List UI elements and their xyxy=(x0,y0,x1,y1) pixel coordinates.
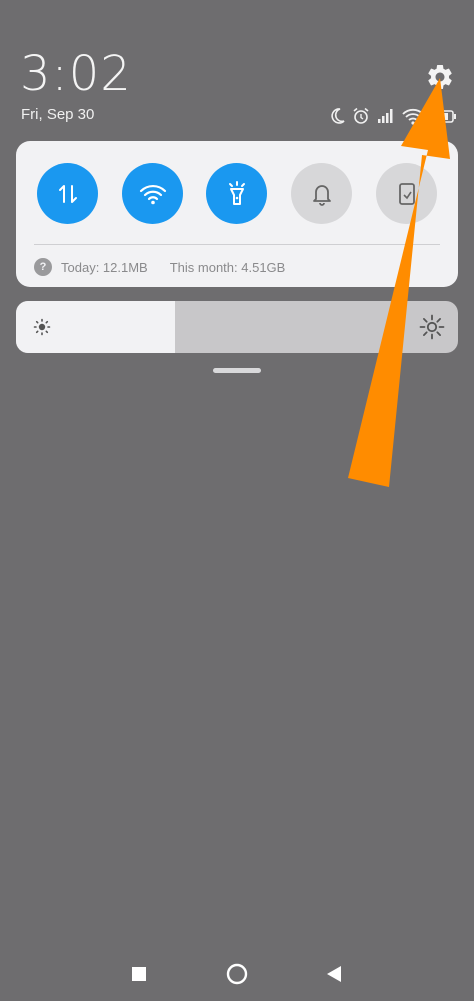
screenshot-icon xyxy=(398,182,415,205)
sound-tile[interactable] xyxy=(291,163,352,224)
arrows-up-down-icon xyxy=(58,184,77,203)
brightness-high-icon xyxy=(419,314,445,340)
data-usage-row[interactable]: ? Today: 12.1MB This month: 4.51GB xyxy=(34,257,285,277)
wifi-icon xyxy=(139,184,166,204)
alarm-icon xyxy=(352,106,370,126)
triangle-back-icon xyxy=(327,966,341,982)
circle-icon xyxy=(226,963,248,985)
question-icon: ? xyxy=(34,258,52,276)
settings-button[interactable] xyxy=(425,62,455,92)
brightness-slider[interactable] xyxy=(16,301,458,353)
signal-icon xyxy=(376,106,396,126)
wifi-icon xyxy=(402,106,424,126)
usage-month: This month: 4.51GB xyxy=(169,259,286,275)
bell-icon xyxy=(312,184,331,206)
screenshot-tile[interactable] xyxy=(376,163,437,224)
status-bar-icons xyxy=(330,106,458,126)
home-button[interactable] xyxy=(225,962,249,986)
divider xyxy=(34,244,440,245)
date: Fri, Sep 30 xyxy=(21,106,95,123)
quick-settings-panel: ? Today: 12.1MB This month: 4.51GB xyxy=(16,141,458,287)
navigation-bar xyxy=(0,952,474,992)
usage-today: Today: 12.1MB xyxy=(61,259,148,275)
square-icon xyxy=(132,967,146,981)
gear-icon xyxy=(428,65,452,89)
flashlight-icon xyxy=(228,180,245,205)
brightness-low-icon xyxy=(33,318,51,336)
moon-icon xyxy=(330,106,346,126)
back-button[interactable] xyxy=(322,962,346,986)
clock: 3:02 xyxy=(20,46,132,102)
wifi-tile[interactable] xyxy=(122,163,183,224)
battery-icon xyxy=(430,106,458,126)
panel-handle[interactable] xyxy=(213,368,261,373)
recents-button[interactable] xyxy=(127,962,151,986)
flashlight-tile[interactable] xyxy=(206,163,267,224)
mobile-data-tile[interactable] xyxy=(37,163,98,224)
